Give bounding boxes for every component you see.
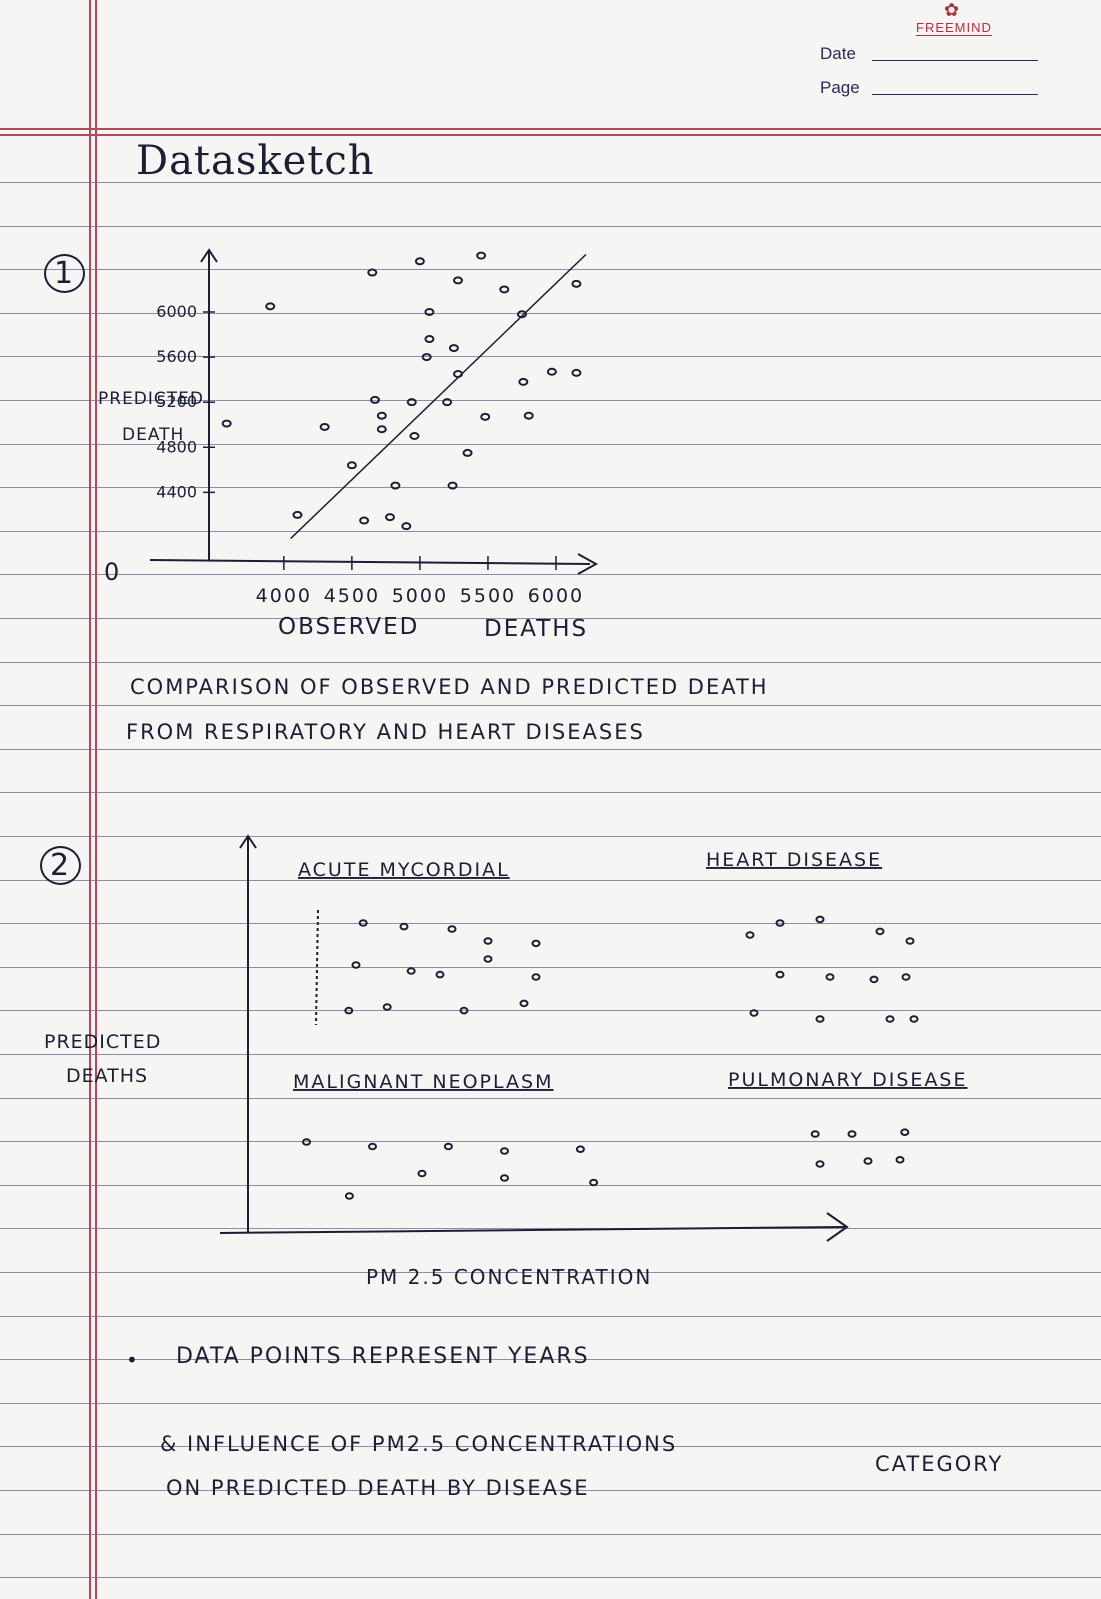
chart2-point (351, 961, 361, 969)
chart2-point (810, 1130, 820, 1138)
chart2-point (459, 1006, 469, 1015)
chart2-point (302, 1138, 311, 1146)
chart2-point (344, 1006, 354, 1015)
chart2-point (519, 999, 529, 1008)
chart2-point (863, 1157, 873, 1165)
chart2-point (815, 1160, 825, 1168)
chart2-point (775, 919, 785, 927)
chart2-point (575, 1145, 585, 1153)
chart2-point (435, 970, 445, 979)
chart2-y-label: DEATHS (66, 1065, 148, 1087)
chart2-panel-title: HEART DISEASE (706, 849, 882, 871)
chart2-point (500, 1174, 509, 1182)
chart2-panel-title: MALIGNANT NEOPLASM (293, 1071, 553, 1093)
chart2-point (775, 970, 785, 979)
chart2-point (406, 967, 416, 975)
chart2-point (382, 1003, 392, 1011)
chart2-point (875, 927, 885, 936)
chart2-point (825, 973, 835, 981)
chart2-point (905, 937, 915, 945)
notebook-page: ✿ FREEMIND Date Page Datasketch 1 COMPAR… (0, 0, 1101, 1599)
chart2-point (869, 975, 879, 984)
chart2-panel-mark (315, 909, 319, 1026)
chart2-point (500, 1147, 509, 1155)
chart2-y-label: PREDICTED (44, 1031, 161, 1053)
chart2-point (447, 925, 457, 933)
chart2-x-axis (219, 1226, 846, 1234)
chart2-point (745, 931, 755, 939)
chart2-point (885, 1015, 895, 1023)
chart2-point (368, 1142, 377, 1151)
chart2-panel-title: ACUTE MYCORDIAL (298, 859, 510, 881)
chart2-panel-title: PULMONARY DISEASE (728, 1069, 968, 1091)
chart2-point (901, 973, 911, 981)
chart2-point (900, 1128, 910, 1136)
chart2-point (443, 1142, 453, 1151)
chart2-point (417, 1169, 427, 1178)
chart2-point (344, 1192, 354, 1200)
chart2-point (399, 922, 409, 931)
chart2-point (847, 1130, 857, 1138)
chart2-point (815, 915, 825, 924)
chart2-faceted-scatter: PREDICTED DEATHS PM 2.5 CONCENTRATION ACUTE… (44, 834, 968, 1289)
chart2-x-label: PM 2.5 CONCENTRATION (366, 1265, 652, 1289)
chart2-point (531, 973, 541, 981)
chart2-point (483, 955, 493, 963)
chart2-point (358, 919, 368, 927)
chart2-point (909, 1015, 919, 1023)
chart2-point (531, 939, 541, 948)
chart2-point (895, 1156, 905, 1164)
chart2-point (589, 1178, 599, 1187)
chart2-point (815, 1015, 825, 1023)
chart2-point (749, 1009, 759, 1017)
chart2-point (483, 937, 493, 945)
